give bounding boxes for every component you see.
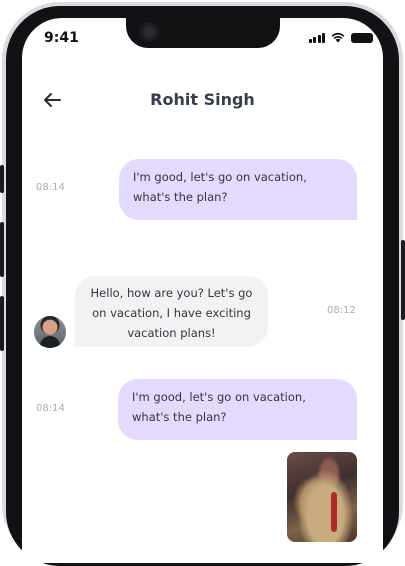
status-time: 9:41: [44, 30, 79, 46]
volume-up-button: [0, 222, 4, 277]
message-time: 08:14: [36, 182, 65, 193]
mute-switch: [0, 165, 4, 193]
outgoing-message-bubble[interactable]: I'm good, let's go on vacation, what's t…: [119, 159, 357, 220]
message-time: 08:14: [36, 403, 65, 414]
chat-title: Rohit Singh: [150, 90, 255, 109]
camera-icon: [139, 22, 159, 42]
incoming-message-bubble[interactable]: Hello, how are you? Let's go on vacation…: [75, 276, 268, 347]
volume-down-button: [0, 296, 4, 351]
outgoing-message-bubble[interactable]: I'm good, let's go on vacation, what's t…: [118, 379, 357, 440]
power-button: [401, 240, 405, 320]
notch: [126, 18, 280, 48]
battery-icon: [351, 32, 373, 43]
photo-message[interactable]: [287, 452, 357, 542]
chat-screen: 9:41 Rohit Singh 08:14 I'm good, let's g…: [22, 18, 383, 563]
signal-icon: [308, 32, 325, 43]
status-icons: [308, 32, 373, 43]
message-time: 08:12: [327, 305, 356, 316]
avatar[interactable]: [34, 316, 66, 348]
wifi-icon: [331, 32, 345, 43]
